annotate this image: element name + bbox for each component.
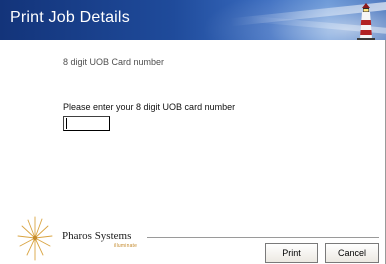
lighthouse-icon	[357, 3, 375, 40]
footer-divider	[147, 237, 379, 238]
text-caret	[66, 118, 67, 129]
company-name: Pharos Systems	[62, 230, 132, 242]
card-number-input[interactable]	[63, 116, 110, 131]
company-tagline: illuminate	[114, 243, 138, 249]
print-button[interactable]: Print	[265, 243, 318, 263]
card-number-caption: 8 digit UOB Card number	[63, 57, 165, 67]
print-job-dialog: Print Job Details 8 digit UOB Card numbe…	[0, 0, 386, 264]
dialog-title: Print Job Details	[10, 9, 130, 26]
header-banner: Print Job Details	[0, 0, 386, 40]
cancel-button[interactable]: Cancel	[325, 243, 379, 263]
starburst-logo-icon	[17, 216, 53, 261]
card-number-prompt: Please enter your 8 digit UOB card numbe…	[63, 102, 236, 112]
